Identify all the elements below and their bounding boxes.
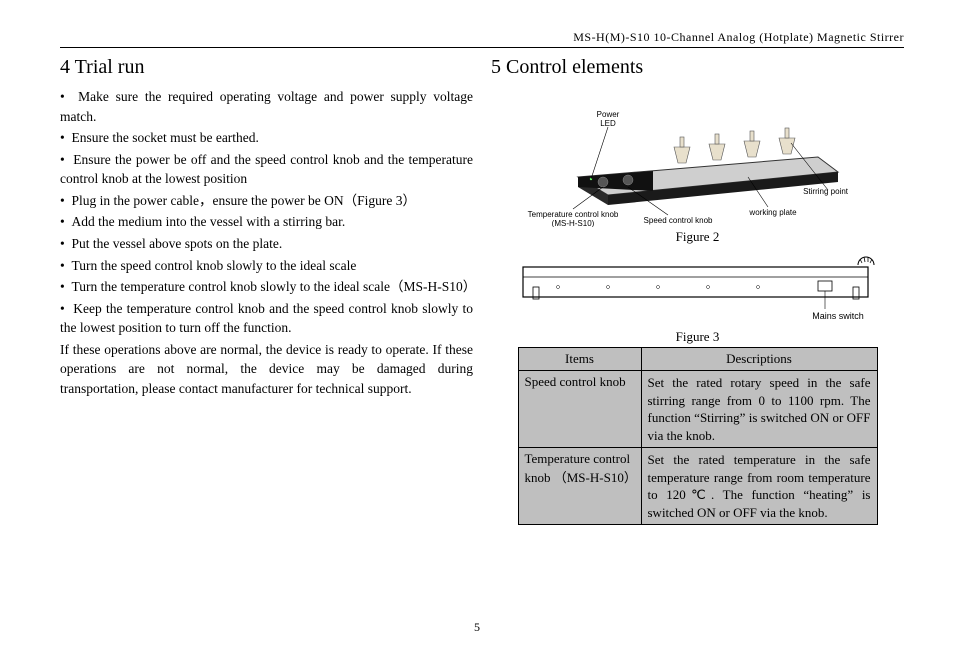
bullet-0: • Make sure the required operating volta… — [60, 87, 473, 126]
bullet-8: • Keep the temperature control knob and … — [60, 299, 473, 338]
flask-3-icon — [744, 131, 760, 157]
bullet-8-text: Keep the temperature control knob and th… — [60, 301, 473, 336]
table-head-desc: Descriptions — [641, 348, 877, 371]
bullet-5-text: Put the vessel above spots on the plate. — [71, 236, 282, 251]
label-temp-knob: Temperature control knob(MS-H-S10) — [527, 210, 618, 227]
bullet-5: • Put the vessel above spots on the plat… — [60, 234, 473, 254]
knob-1-icon — [598, 177, 608, 187]
figure-2: PowerLED Stirring point Temperature cont… — [518, 87, 878, 227]
bullet-7-text: Turn the temperature control knob slowly… — [71, 279, 476, 294]
table-cell-desc-0: Set the rated rotary speed in the safe s… — [641, 371, 877, 448]
table-row: Speed control knob Set the rated rotary … — [518, 371, 877, 448]
page: MS-H(M)-S10 10-Channel Analog (Hotplate)… — [0, 0, 954, 645]
label-power-led: PowerLED — [596, 110, 619, 128]
control-elements-table: Items Descriptions Speed control knob Se… — [518, 347, 878, 525]
bullet-2-text: Ensure the power be off and the speed co… — [60, 152, 473, 187]
bullet-3: • Plug in the power cable，ensure the pow… — [60, 191, 473, 211]
section-title-trial-run: 4 Trial run — [60, 56, 473, 79]
page-number: 5 — [0, 620, 954, 635]
flask-1-icon — [674, 137, 690, 163]
figure-2-caption: Figure 2 — [491, 229, 904, 245]
leader-led — [591, 127, 608, 179]
bullet-1: • Ensure the socket must be earthed. — [60, 128, 473, 148]
flask-4-icon — [779, 128, 795, 154]
figure-3: Mains switch — [518, 247, 878, 327]
trial-run-footer: If these operations above are normal, th… — [60, 340, 473, 399]
knob-2-icon — [623, 175, 633, 185]
flask-2-icon — [709, 134, 725, 160]
bullet-7: • Turn the temperature control knob slow… — [60, 277, 473, 297]
label-speed-knob: Speed control knob — [643, 216, 712, 225]
figure-3-caption: Figure 3 — [491, 329, 904, 345]
label-stirring-point: Stirring point — [803, 187, 849, 196]
section-title-control-elements: 5 Control elements — [491, 56, 904, 79]
table-cell-item-0: Speed control knob — [518, 371, 641, 448]
table-row: Temperature control knob （MS-H-S10） Set … — [518, 448, 877, 525]
header-title: MS-H(M)-S10 10-Channel Analog (Hotplate)… — [60, 30, 904, 48]
bullet-1-text: Ensure the socket must be earthed. — [71, 130, 258, 145]
screw-holes — [556, 286, 759, 289]
label-mains-switch: Mains switch — [812, 311, 864, 321]
label-working-plate: working plate — [748, 208, 797, 217]
mains-switch-icon — [818, 281, 832, 291]
trial-run-body: • Make sure the required operating volta… — [60, 87, 473, 398]
table-head-items: Items — [518, 348, 641, 371]
bullet-6-text: Turn the speed control knob slowly to th… — [71, 258, 356, 273]
figure-3-svg: Mains switch — [518, 247, 878, 327]
bullet-3-text: Plug in the power cable，ensure the power… — [71, 193, 416, 208]
table-header-row: Items Descriptions — [518, 348, 877, 371]
device-outline — [523, 267, 868, 297]
bullet-4: • Add the medium into the vessel with a … — [60, 212, 473, 232]
bullet-4-text: Add the medium into the vessel with a st… — [71, 214, 345, 229]
side-knob — [858, 257, 874, 265]
left-column: 4 Trial run • Make sure the required ope… — [60, 54, 473, 525]
bullet-0-text: Make sure the required operating voltage… — [60, 89, 473, 124]
table-cell-item-1: Temperature control knob （MS-H-S10） — [518, 448, 641, 525]
figure-2-svg: PowerLED Stirring point Temperature cont… — [518, 87, 878, 227]
right-column: 5 Control elements — [491, 54, 904, 525]
bullet-6: • Turn the speed control knob slowly to … — [60, 256, 473, 276]
table-cell-desc-1: Set the rated temperature in the safe te… — [641, 448, 877, 525]
bullet-2: • Ensure the power be off and the speed … — [60, 150, 473, 189]
columns: 4 Trial run • Make sure the required ope… — [60, 54, 904, 525]
